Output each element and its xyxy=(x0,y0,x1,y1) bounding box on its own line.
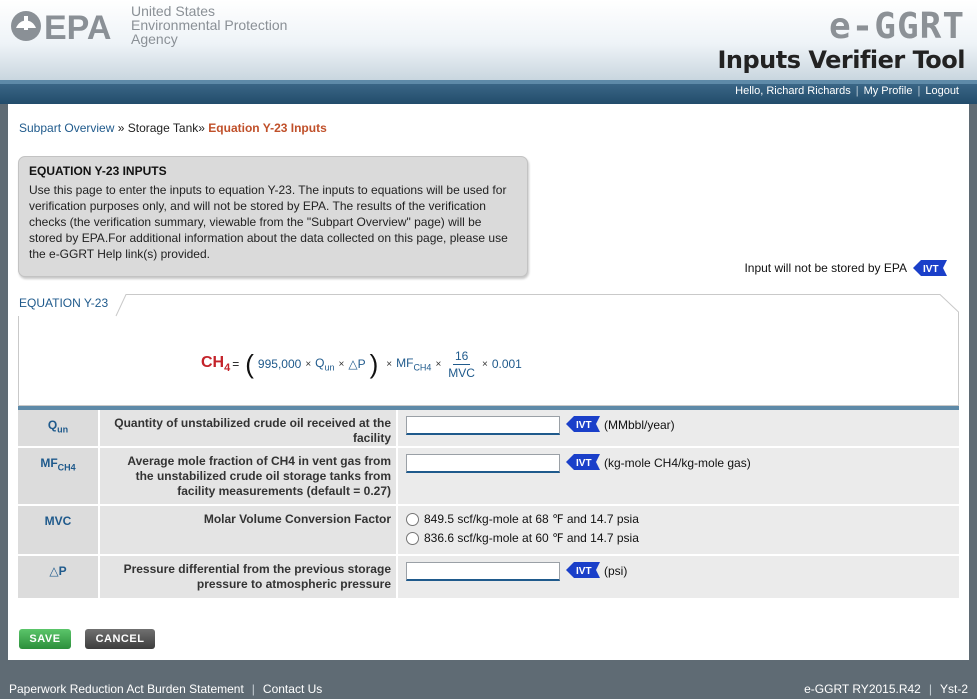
footer-links: Paperwork Reduction Act Burden Statement… xyxy=(9,682,322,696)
ivt-label: IVT xyxy=(923,264,939,275)
cancel-button[interactable]: CANCEL xyxy=(85,629,155,649)
symbol-mvc: MVC xyxy=(18,506,100,554)
equals-sign: = xyxy=(232,357,240,371)
qun-input[interactable] xyxy=(406,416,560,435)
breadcrumb-separator: » xyxy=(198,121,205,135)
equation-mf: MFCH4 xyxy=(396,355,432,373)
desc-mfch4: Average mole fraction of CH4 in vent gas… xyxy=(100,448,398,504)
equation-lhs: CH4 xyxy=(201,353,231,375)
epa-logo-text: EPA xyxy=(44,9,111,46)
value-cell-mfch4: IVT (kg-mole CH4/kg-mole gas) xyxy=(398,448,959,504)
epa-logo[interactable]: EPA xyxy=(8,6,128,47)
info-box: EQUATION Y-23 INPUTS Use this page to en… xyxy=(18,156,528,277)
nav-separator: | xyxy=(917,85,921,97)
value-cell-dp: IVT (psi) xyxy=(398,556,959,598)
times-sign: × xyxy=(435,358,442,370)
symbol-qun: Qun xyxy=(18,410,100,446)
agency-line-3: Agency xyxy=(131,31,178,47)
ivt-icon: IVT xyxy=(913,260,947,276)
contact-us-link[interactable]: Contact Us xyxy=(263,682,322,696)
mvc-radio-68f[interactable] xyxy=(406,512,419,526)
equation-panel-label: EQUATION Y-23 xyxy=(19,296,109,310)
logout-link[interactable]: Logout xyxy=(925,85,959,97)
user-greeting-link[interactable]: Hello, Richard Richards xyxy=(735,85,851,97)
equation-fraction: 16 MVC xyxy=(448,349,475,380)
info-title: EQUATION Y-23 INPUTS xyxy=(29,164,167,178)
unit-qun: (MMbbl/year) xyxy=(604,418,675,432)
server-text: Yst-2 xyxy=(939,682,968,696)
desc-dp: Pressure differential from the previous … xyxy=(100,556,398,598)
agency-line-1: United States xyxy=(131,3,216,19)
ivt-label: IVT xyxy=(576,566,592,577)
paren-close: ) xyxy=(369,349,379,379)
breadcrumb-current: Equation Y-23 Inputs xyxy=(208,121,327,135)
mvc-options: 849.5 scf/kg-mole at 68 ℉ and 14.7 psia … xyxy=(406,512,639,550)
times-sign: × xyxy=(305,358,312,370)
desc-qun: Quantity of unstabilized crude oil recei… xyxy=(100,410,398,446)
mvc-option-60f[interactable]: 836.6 scf/kg-mole at 60 ℉ and 14.7 psia xyxy=(406,531,639,545)
mvc-radio-60f[interactable] xyxy=(406,531,419,545)
save-button[interactable]: SAVE xyxy=(19,629,71,649)
breadcrumb-separator: » xyxy=(117,121,125,135)
equation-dp: △P xyxy=(348,357,366,371)
times-sign: × xyxy=(338,358,345,370)
footer-version-info: e-GGRT RY2015.R42 | Yst-2 xyxy=(804,682,968,696)
paren-open: ( xyxy=(245,349,254,379)
main-content: Subpart Overview » Storage Tank» Equatio… xyxy=(8,104,969,660)
footer-separator: | xyxy=(928,682,932,696)
input-row-qun: Qun Quantity of unstabilized crude oil r… xyxy=(18,406,959,448)
symbol-dp: △P xyxy=(18,556,100,598)
breadcrumb-storage-tank: Storage Tank xyxy=(127,121,199,135)
mvc-option-68f-label: 849.5 scf/kg-mole at 68 ℉ and 14.7 psia xyxy=(424,512,639,526)
mvc-option-60f-label: 836.6 scf/kg-mole at 60 ℉ and 14.7 psia xyxy=(424,531,639,545)
fraction-numerator: 16 xyxy=(452,348,471,365)
equation-q: Qun xyxy=(315,355,335,373)
input-row-mfch4: MFCH4 Average mole fraction of CH4 in ve… xyxy=(18,448,959,506)
equation-coef: 995,000 xyxy=(257,357,302,371)
my-profile-link[interactable]: My Profile xyxy=(864,85,913,97)
version-text: e-GGRT RY2015.R42 xyxy=(804,682,921,696)
nav-separator: | xyxy=(855,85,859,97)
unit-mfch4: (kg-mole CH4/kg-mole gas) xyxy=(604,456,751,470)
ivt-label: IVT xyxy=(576,458,592,469)
fraction-denominator: MVC xyxy=(448,365,475,380)
desc-mvc: Molar Volume Conversion Factor xyxy=(100,506,398,554)
app-header: EPA United States Environmental Protecti… xyxy=(0,0,977,80)
value-cell-qun: IVT (MMbbl/year) xyxy=(398,410,959,446)
user-bar-strip xyxy=(0,80,977,84)
times-sign: × xyxy=(386,358,393,370)
unit-dp: (psi) xyxy=(604,564,628,578)
tool-title: Inputs Verifier Tool xyxy=(717,46,965,74)
user-nav: Hello, Richard Richards | My Profile | Logou… xyxy=(735,85,959,97)
ivt-icon: IVT xyxy=(566,454,600,470)
footer: Paperwork Reduction Act Burden Statement… xyxy=(0,678,977,699)
input-row-mvc: MVC Molar Volume Conversion Factor 849.5… xyxy=(18,506,959,556)
equation-panel: EQUATION Y-23 CH4 = ( 995,000 × Qun × △P… xyxy=(18,294,959,406)
ivt-icon: IVT xyxy=(566,416,600,432)
value-cell-mvc: 849.5 scf/kg-mole at 68 ℉ and 14.7 psia … xyxy=(398,506,959,554)
mfch4-input[interactable] xyxy=(406,454,560,473)
mvc-option-68f[interactable]: 849.5 scf/kg-mole at 68 ℉ and 14.7 psia xyxy=(406,512,639,526)
dp-input[interactable] xyxy=(406,562,560,581)
inputs-table: Qun Quantity of unstabilized crude oil r… xyxy=(18,406,959,600)
agency-line-2: Environmental Protection xyxy=(131,17,288,33)
footer-separator: | xyxy=(251,682,255,696)
info-text: Use this page to enter the inputs to equ… xyxy=(29,183,508,261)
user-bar: Hello, Richard Richards | My Profile | Logou… xyxy=(0,80,977,104)
not-stored-notice: Input will not be stored by EPA IVT xyxy=(744,260,947,276)
ivt-icon: IVT xyxy=(566,562,600,578)
breadcrumb: Subpart Overview » Storage Tank» Equatio… xyxy=(19,121,327,135)
input-row-dp: △P Pressure differential from the previo… xyxy=(18,556,959,600)
equation-factor: 0.001 xyxy=(491,357,522,371)
breadcrumb-subpart-overview[interactable]: Subpart Overview xyxy=(19,121,114,135)
ivt-label: IVT xyxy=(576,420,592,431)
app-title: e-GGRT xyxy=(828,6,965,47)
equation-formula: CH4 = ( 995,000 × Qun × △P ) × MFCH4 × 1… xyxy=(201,344,522,384)
agency-name: United States Environmental Protection A… xyxy=(131,4,287,46)
symbol-mfch4: MFCH4 xyxy=(18,448,100,504)
action-buttons: SAVE CANCEL xyxy=(19,629,169,649)
burden-statement-link[interactable]: Paperwork Reduction Act Burden Statement xyxy=(9,682,244,696)
times-sign: × xyxy=(481,358,488,370)
not-stored-text: Input will not be stored by EPA xyxy=(744,261,907,275)
